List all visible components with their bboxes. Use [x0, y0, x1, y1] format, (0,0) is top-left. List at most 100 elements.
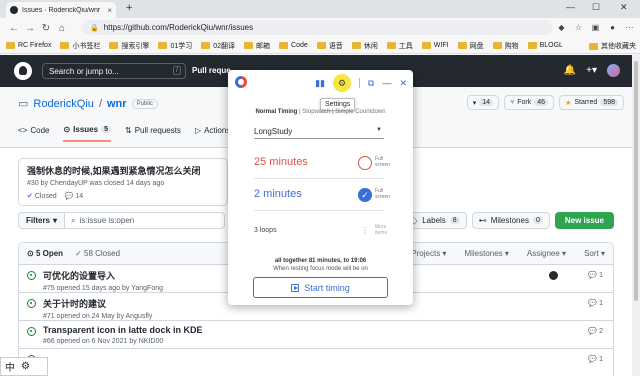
ime-settings-icon[interactable]: ⚙	[21, 361, 30, 372]
issue-comments[interactable]: 💬 1	[588, 355, 603, 363]
bookmark-item[interactable]: 购物	[492, 41, 519, 51]
loops-value[interactable]: 3 loops	[254, 227, 277, 234]
extension-icon[interactable]: ◆	[555, 21, 568, 34]
bookmark-item[interactable]: 语音	[316, 41, 343, 51]
new-tab-button[interactable]: +	[126, 2, 132, 14]
mode-normal-timing[interactable]: Normal Timing	[255, 109, 297, 115]
milestones-button[interactable]: ⊷ Milestones 0	[471, 212, 550, 229]
ime-mode-toggle[interactable]: 中	[5, 359, 15, 374]
tab-pull-requests[interactable]: ⇅ Pull requests	[125, 125, 181, 142]
bookmark-item[interactable]: 邮箱	[244, 41, 270, 51]
mode-stopwatch[interactable]: Stopwatch	[302, 109, 330, 115]
mode-simple-countdown[interactable]: Simple Countdown	[335, 109, 385, 115]
github-logo-icon[interactable]	[14, 62, 32, 80]
fork-button[interactable]: ⑂ Fork 46	[504, 95, 555, 110]
bookmark-item[interactable]: 工具	[386, 41, 413, 51]
more-items-icon[interactable]: ⋮	[358, 224, 372, 238]
pinned-issue-card[interactable]: 强制休息的时候,如果遇到紧急情况怎么关闭 #30 by ChendayUP wa…	[18, 158, 228, 206]
close-window-button[interactable]: ✕	[620, 2, 628, 13]
bookmark-item[interactable]: 02翻译	[201, 41, 235, 51]
minimize-button[interactable]: —	[566, 2, 575, 12]
star-button[interactable]: ★ Starred 598	[559, 95, 624, 110]
create-new-button[interactable]: +▾	[586, 65, 597, 76]
bookmark-item[interactable]: 网盘	[457, 41, 484, 51]
rest-fullscreen-checkbox[interactable]: ✓	[358, 188, 372, 202]
rest-time-value[interactable]: 2 minutes	[254, 188, 302, 200]
start-timing-button[interactable]: Start timing	[253, 277, 388, 298]
tab-close-icon[interactable]: ×	[107, 6, 112, 15]
milestones-dropdown[interactable]: Milestones ▾	[464, 249, 508, 258]
work-time-value[interactable]: 25 minutes	[254, 156, 308, 168]
bookmark-item[interactable]: 01学习	[158, 41, 192, 51]
window-mode-icon[interactable]: ⧉	[368, 78, 374, 89]
bookmark-item[interactable]: 小书签栏	[60, 41, 100, 51]
github-search-input[interactable]: Search or jump to... /	[42, 63, 186, 79]
browser-tab[interactable]: Issues · RoderickQiu/wnr ×	[6, 2, 116, 18]
user-avatar[interactable]	[607, 64, 620, 77]
issue-comments[interactable]: 💬 2	[588, 327, 603, 335]
sort-dropdown[interactable]: Sort ▾	[584, 249, 605, 258]
loops-row[interactable]: 3 loops ⋮ More items	[254, 224, 389, 244]
address-bar[interactable]: 🔒 https://github.com/RoderickQiu/wnr/iss…	[82, 20, 552, 35]
bookmark-item[interactable]: WIFI	[421, 42, 449, 49]
repo-name-link[interactable]: wnr	[107, 98, 127, 110]
star-label: Starred	[574, 99, 598, 106]
closed-filter[interactable]: ✓ 58 Closed	[75, 249, 120, 258]
pinned-issue-title[interactable]: 强制休息的时候,如果遇到紧急情况怎么关闭	[27, 164, 219, 177]
repo-owner-link[interactable]: RoderickQiu	[33, 98, 94, 110]
issue-search-input[interactable]: ⌕ is:issue is:open	[65, 212, 226, 229]
issue-row[interactable]: 💬 1	[19, 349, 613, 376]
browser-tab-strip: Issues · RoderickQiu/wnr × + — ☐ ✕	[0, 0, 640, 18]
other-favorites[interactable]: 其他收藏夹	[589, 41, 636, 51]
work-fullscreen-toggle[interactable]	[358, 156, 372, 170]
folder-icon	[589, 42, 598, 50]
settings-gear-icon[interactable]: ⚙	[333, 74, 352, 92]
notifications-bell-icon[interactable]: 🔔	[564, 65, 576, 76]
watch-button[interactable]: ▾ 14	[466, 95, 500, 110]
reload-icon[interactable]: ↻	[38, 23, 54, 34]
issue-comments[interactable]: 💬 1	[588, 271, 603, 279]
preset-value: LongStudy	[254, 127, 293, 136]
issue-title[interactable]: Transparent icon in latte dock in KDE	[43, 325, 605, 335]
bookmark-item[interactable]: BLOGL	[527, 42, 563, 49]
maximize-button[interactable]: ☐	[592, 2, 600, 13]
preset-select[interactable]: LongStudy ▼	[254, 124, 384, 139]
star-count: 598	[600, 99, 618, 106]
menu-icon[interactable]: ⋯	[623, 21, 636, 34]
open-filter[interactable]: ⊙ 5 Open	[27, 249, 63, 258]
search-shortcut-key: /	[173, 66, 181, 75]
watch-count: 14	[479, 99, 494, 106]
profile-icon[interactable]: ●	[606, 21, 619, 34]
bookmark-item[interactable]: RC Firefox	[6, 42, 51, 49]
collections-icon[interactable]: ▣	[589, 21, 602, 34]
nav-pull-requests[interactable]: Pull reque	[192, 66, 231, 75]
work-time-row[interactable]: 25 minutes Full screen	[254, 156, 390, 176]
assignee-dropdown[interactable]: Assignee ▾	[527, 249, 566, 258]
summary-total: all together 81 minutes, to 19:06	[274, 258, 367, 264]
filters-button[interactable]: Filters ▾	[18, 212, 66, 229]
bookmark-item[interactable]: 搜索引擎	[109, 41, 149, 51]
bookmark-item[interactable]: Code	[279, 42, 308, 49]
scrollbar-thumb[interactable]	[634, 61, 638, 301]
projects-dropdown[interactable]: Projects ▾	[411, 249, 446, 258]
new-issue-button[interactable]: New issue	[554, 212, 614, 229]
tab-issues[interactable]: ⊙ Issues 5	[63, 125, 111, 142]
tab-actions[interactable]: ▷ Actions	[195, 125, 230, 142]
tab-label: Issues	[73, 125, 99, 134]
bookmark-item[interactable]: 休闲	[351, 41, 378, 51]
home-icon[interactable]: ⌂	[54, 23, 70, 34]
forward-icon[interactable]: →	[22, 23, 38, 34]
minimize-popup-icon[interactable]: —	[382, 78, 391, 88]
divider	[254, 210, 384, 211]
rest-time-row[interactable]: 2 minutes ✓ Full screen	[254, 188, 390, 208]
close-popup-icon[interactable]: ✕	[399, 78, 407, 89]
favorites-icon[interactable]: ☆	[572, 21, 585, 34]
tab-code[interactable]: <> Code	[18, 125, 49, 142]
star-icon: ★	[565, 99, 572, 107]
issue-row[interactable]: Transparent icon in latte dock in KDE #6…	[19, 321, 613, 349]
statistics-icon[interactable]: ▮▮	[315, 78, 325, 89]
back-icon[interactable]: ←	[6, 23, 22, 34]
issue-comments[interactable]: 💬 1	[588, 299, 603, 307]
page-scrollbar[interactable]	[632, 55, 640, 376]
assignee-avatar[interactable]	[549, 271, 558, 280]
